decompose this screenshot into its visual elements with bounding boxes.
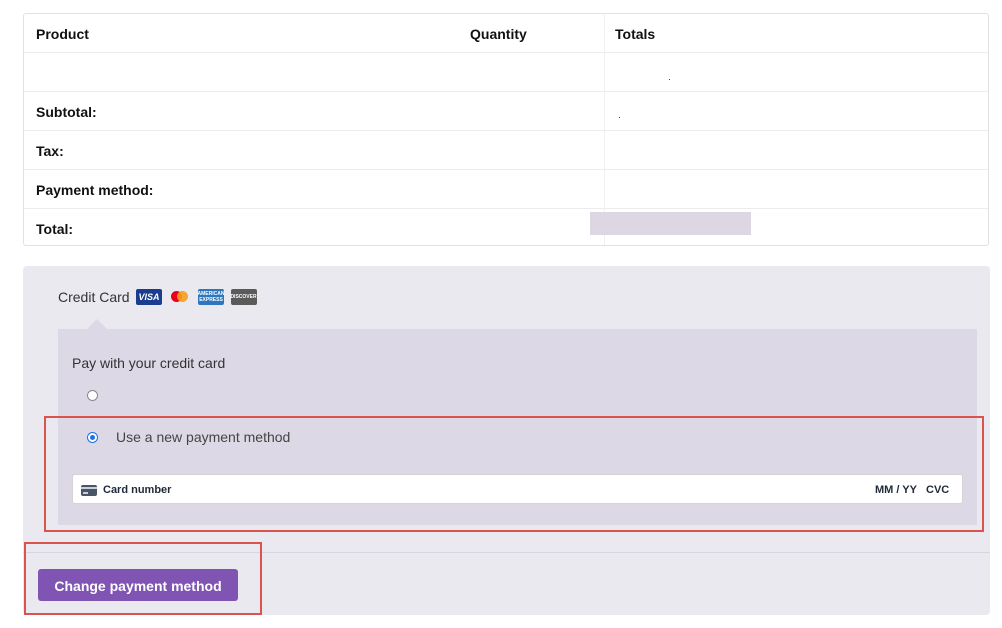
payment-method-label: Payment method:	[36, 182, 154, 198]
header-product: Product	[36, 26, 89, 42]
total-value-highlight	[590, 212, 751, 235]
subtotal-label: Subtotal:	[36, 104, 97, 120]
total-label: Total:	[36, 221, 74, 237]
card-logos: VISA AMERICAN EXPRESS DISCOVER	[136, 288, 257, 306]
subtotal-value	[619, 117, 620, 118]
payment-fields-panel: Pay with your credit card Use a new paym…	[58, 329, 977, 525]
line-item-value	[669, 79, 670, 80]
payment-method-name: Credit Card	[58, 289, 130, 305]
header-totals: Totals	[615, 26, 656, 42]
tax-row: Tax:	[24, 131, 988, 170]
saved-method-radio[interactable]	[87, 390, 98, 401]
total-row: Total:	[24, 209, 988, 245]
table-header-row: Product Quantity Totals	[24, 14, 988, 53]
order-summary-table: Product Quantity Totals Subtotal: Tax: P…	[23, 13, 989, 246]
discover-icon: DISCOVER	[230, 289, 257, 305]
credit-card-icon	[81, 485, 97, 496]
new-method-radio[interactable]	[87, 432, 98, 443]
payment-panel-title: Pay with your credit card	[72, 355, 226, 371]
table-row	[24, 53, 988, 92]
card-cvc-input[interactable]: CVC	[926, 475, 949, 505]
checkout-page: Product Quantity Totals Subtotal: Tax: P…	[0, 0, 1002, 628]
payment-method-row: Payment method:	[24, 170, 988, 209]
amex-icon: AMERICAN EXPRESS	[197, 289, 225, 305]
payment-box: Credit Card VISA AMERICAN EXPRESS DISCOV…	[23, 266, 990, 615]
discover-label: DISCOVER	[230, 294, 257, 300]
card-number-input[interactable]: Card number	[103, 475, 171, 505]
subtotal-row: Subtotal:	[24, 92, 988, 131]
card-expiry-input[interactable]: MM / YY	[875, 475, 917, 505]
tax-label: Tax:	[36, 143, 64, 159]
change-payment-method-button[interactable]: Change payment method	[38, 569, 238, 601]
panel-pointer	[87, 319, 107, 329]
new-method-label[interactable]: Use a new payment method	[116, 429, 290, 445]
mastercard-icon	[169, 289, 191, 305]
card-details-field[interactable]: Card number MM / YY CVC	[72, 474, 963, 504]
payment-box-divider	[23, 552, 990, 553]
visa-icon: VISA	[136, 289, 162, 305]
header-quantity: Quantity	[470, 26, 527, 42]
